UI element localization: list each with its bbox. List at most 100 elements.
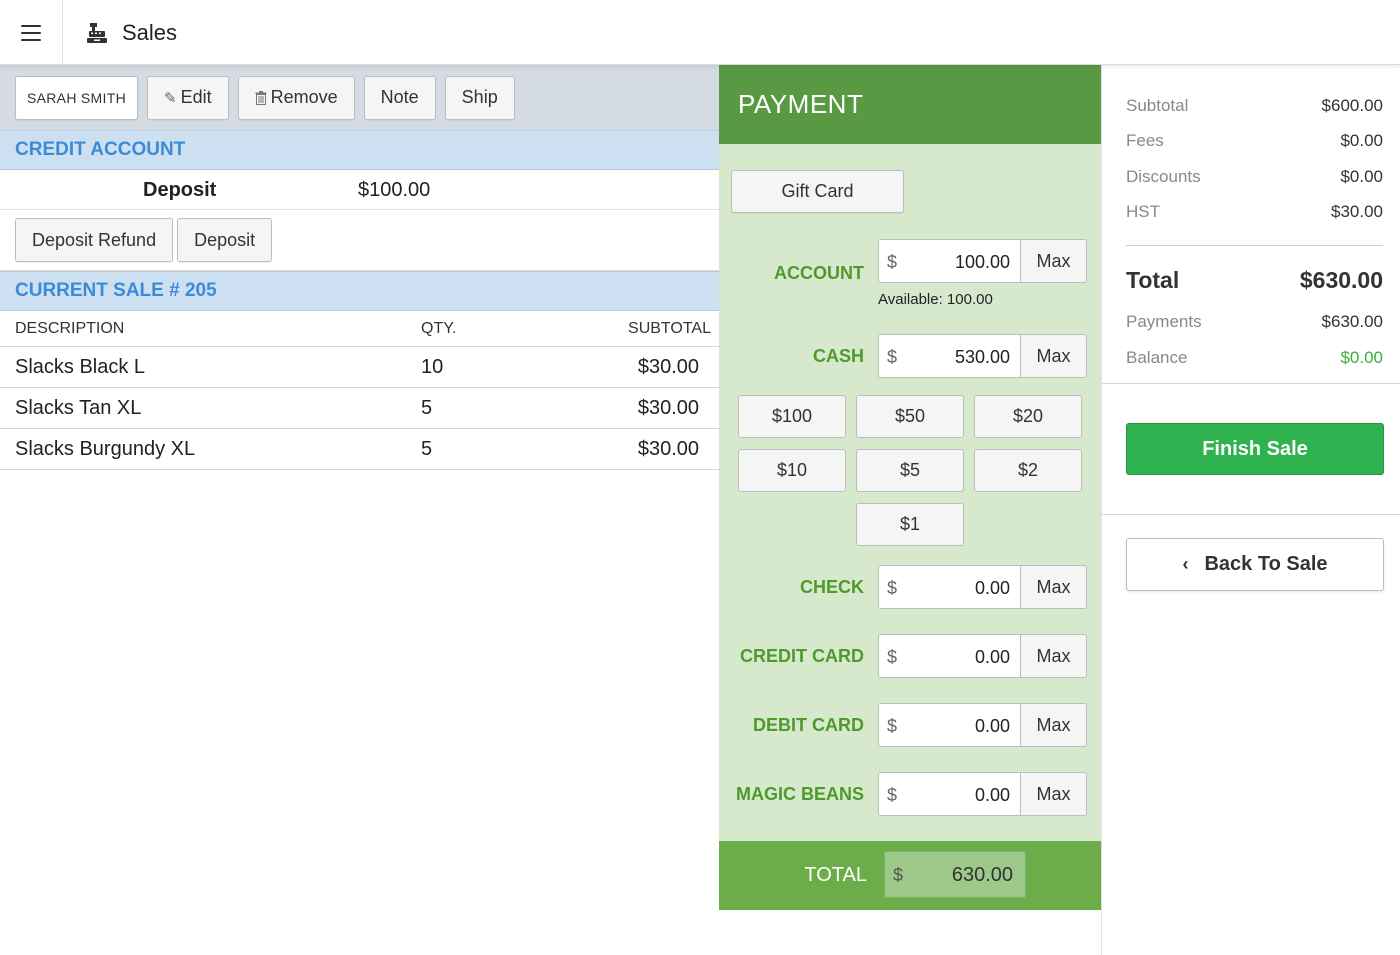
currency-symbol: $ xyxy=(887,647,898,667)
debit-card-max-button[interactable]: Max xyxy=(1020,703,1087,747)
currency-symbol: $ xyxy=(887,578,898,598)
chevron-left-icon: ‹ xyxy=(1182,554,1189,574)
gift-card-button[interactable]: Gift Card xyxy=(731,170,904,213)
column-subtotal: SUBTOTAL xyxy=(628,320,711,337)
item-description: Slacks Black L xyxy=(15,356,146,378)
item-subtotal: $30.00 xyxy=(637,397,699,419)
payment-label: MAGIC BEANS xyxy=(735,784,864,804)
deposit-row: Deposit $100.00 xyxy=(0,170,719,210)
deposit-value: $100.00 xyxy=(358,179,431,201)
amount-value: 0.00 xyxy=(974,785,1010,805)
cash-1-button[interactable]: $1 xyxy=(856,503,964,546)
amount-value: 0.00 xyxy=(974,578,1010,598)
subtotal-label: Subtotal xyxy=(1126,96,1189,115)
currency-symbol: $ xyxy=(887,716,898,736)
app-title-text: Sales xyxy=(122,19,178,45)
customer-button[interactable]: SARAH SMITH xyxy=(15,75,138,120)
sale-panel: SARAH SMITH ✎ Edit Remove Note Ship CRED… xyxy=(0,65,719,955)
payment-total-label: TOTAL xyxy=(804,864,867,886)
deposit-button[interactable]: Deposit xyxy=(177,218,273,262)
fees-label: Fees xyxy=(1126,131,1164,150)
subtotal-value: $600.00 xyxy=(1321,96,1383,115)
payment-total-value: 630.00 xyxy=(951,864,1013,886)
hamburger-icon xyxy=(21,24,41,41)
sale-table-header: DESCRIPTION QTY. SUBTOTAL xyxy=(0,311,719,347)
summary-balance: Balance $0.00 xyxy=(1126,348,1383,368)
finish-sale-button[interactable]: Finish Sale xyxy=(1126,423,1384,475)
available-balance: Available: 100.00 xyxy=(878,291,993,308)
check-amount-input[interactable]: $ 0.00 xyxy=(878,565,1021,609)
currency-symbol: $ xyxy=(887,252,898,272)
payment-label: DEBIT CARD xyxy=(753,715,864,735)
credit-card-amount-input[interactable]: $ 0.00 xyxy=(878,634,1021,678)
summary-fees: Fees $0.00 xyxy=(1126,131,1383,151)
item-qty: 5 xyxy=(421,397,433,419)
cash-max-button[interactable]: Max xyxy=(1020,334,1087,378)
hst-label: HST xyxy=(1126,202,1160,221)
item-subtotal: $30.00 xyxy=(637,438,699,460)
ship-button[interactable]: Ship xyxy=(444,75,515,120)
balance-value: $0.00 xyxy=(1340,348,1383,367)
current-sale-heading: CURRENT SALE # 205 xyxy=(0,271,719,311)
payment-total-field: $ 630.00 xyxy=(884,851,1026,898)
deposit-actions: Deposit Refund Deposit xyxy=(0,210,719,271)
summary-subtotal: Subtotal $600.00 xyxy=(1126,96,1383,116)
customer-bar: SARAH SMITH ✎ Edit Remove Note Ship xyxy=(0,65,719,130)
amount-value: 0.00 xyxy=(974,716,1010,736)
cash-100-button[interactable]: $100 xyxy=(738,395,846,438)
edit-label: Edit xyxy=(180,87,212,107)
currency-symbol: $ xyxy=(887,785,898,805)
payment-label: CREDIT CARD xyxy=(740,646,864,666)
discounts-label: Discounts xyxy=(1126,167,1201,186)
cash-50-button[interactable]: $50 xyxy=(856,395,964,438)
cash-20-button[interactable]: $20 xyxy=(974,395,1082,438)
cash-5-button[interactable]: $5 xyxy=(856,449,964,492)
item-description: Slacks Burgundy XL xyxy=(15,438,196,460)
balance-label: Balance xyxy=(1126,348,1188,367)
table-row[interactable]: Slacks Burgundy XL 5 $30.00 xyxy=(0,429,719,470)
summary-total: Total $630.00 xyxy=(1126,267,1383,294)
payment-label: CHECK xyxy=(799,577,864,597)
payments-label: Payments xyxy=(1126,312,1202,331)
amount-value: 530.00 xyxy=(954,347,1010,367)
debit-card-amount-input[interactable]: $ 0.00 xyxy=(878,703,1021,747)
magic-beans-amount-input[interactable]: $ 0.00 xyxy=(878,772,1021,816)
item-subtotal: $30.00 xyxy=(637,356,699,378)
top-bar: Sales xyxy=(0,0,1400,65)
currency-symbol: $ xyxy=(887,347,898,367)
remove-customer-button[interactable]: Remove xyxy=(237,75,355,120)
payment-row-account: ACCOUNT $ 100.00 Max xyxy=(719,239,1101,283)
deposit-label: Deposit xyxy=(143,179,217,201)
column-description: DESCRIPTION xyxy=(15,320,125,337)
deposit-refund-button[interactable]: Deposit Refund xyxy=(15,218,174,262)
account-max-button[interactable]: Max xyxy=(1020,239,1087,283)
back-to-sale-button[interactable]: ‹ Back To Sale xyxy=(1126,538,1384,591)
menu-button[interactable] xyxy=(0,0,63,65)
table-row[interactable]: Slacks Tan XL 5 $30.00 xyxy=(0,388,719,429)
item-description: Slacks Tan XL xyxy=(15,397,142,419)
currency-symbol: $ xyxy=(893,865,904,885)
cash-10-button[interactable]: $10 xyxy=(738,449,846,492)
summary-discounts: Discounts $0.00 xyxy=(1126,167,1383,187)
pencil-icon: ✎ xyxy=(164,89,177,107)
payment-row-check: CHECK $ 0.00 Max xyxy=(719,565,1101,609)
edit-customer-button[interactable]: ✎ Edit xyxy=(147,75,229,120)
note-button[interactable]: Note xyxy=(363,75,436,120)
total-value: $630.00 xyxy=(1299,267,1383,293)
payment-row-magic-beans: MAGIC BEANS $ 0.00 Max xyxy=(719,772,1101,816)
account-amount-input[interactable]: $ 100.00 xyxy=(878,239,1021,283)
cash-amount-input[interactable]: $ 530.00 xyxy=(878,334,1021,378)
payment-label: ACCOUNT xyxy=(774,263,864,283)
check-max-button[interactable]: Max xyxy=(1020,565,1087,609)
cash-2-button[interactable]: $2 xyxy=(974,449,1082,492)
column-qty: QTY. xyxy=(421,320,457,337)
fees-value: $0.00 xyxy=(1340,131,1383,150)
payment-total-bar: TOTAL $ 630.00 xyxy=(719,841,1101,910)
credit-card-max-button[interactable]: Max xyxy=(1020,634,1087,678)
table-row[interactable]: Slacks Black L 10 $30.00 xyxy=(0,347,719,388)
cash-register-icon xyxy=(87,22,107,43)
discounts-value: $0.00 xyxy=(1340,167,1383,186)
magic-beans-max-button[interactable]: Max xyxy=(1020,772,1087,816)
item-qty: 10 xyxy=(421,356,444,378)
amount-value: 100.00 xyxy=(954,252,1010,272)
